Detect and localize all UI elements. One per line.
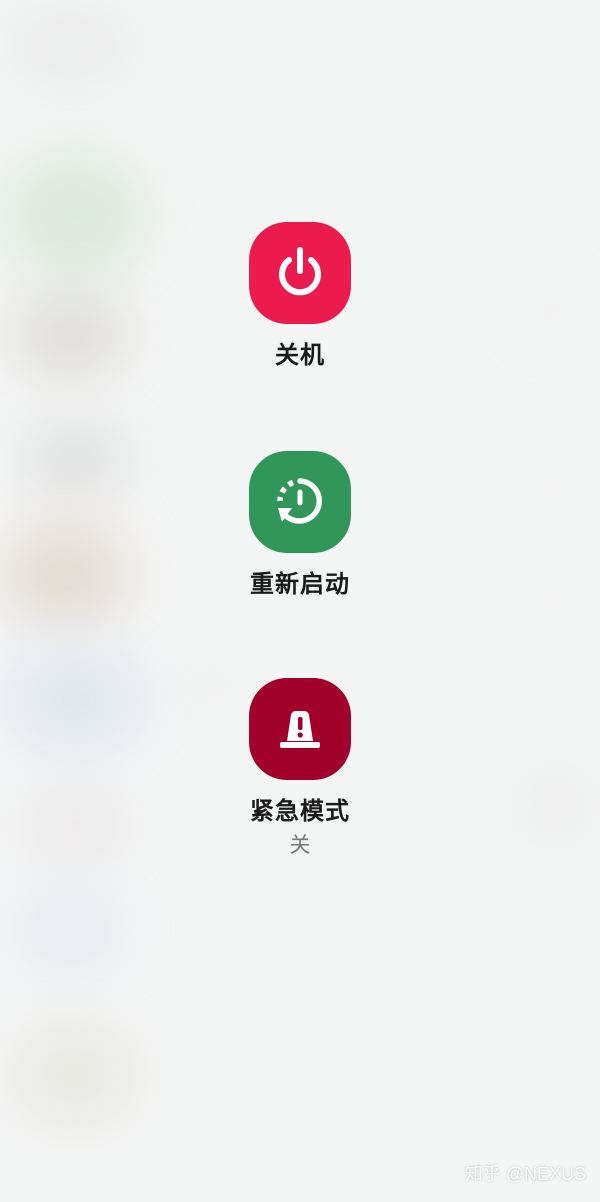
- emergency-mode-label: 紧急模式: [250, 797, 350, 825]
- restart-icon: [277, 478, 322, 524]
- emergency-mode-tile[interactable]: [249, 678, 351, 780]
- power-off-tile[interactable]: [249, 222, 351, 324]
- emergency-mode-button[interactable]: 紧急模式 关: [200, 678, 400, 858]
- emergency-icon: [280, 711, 320, 748]
- restart-label: 重新启动: [250, 570, 350, 598]
- restart-tile[interactable]: [249, 451, 351, 553]
- power-off-label: 关机: [275, 341, 325, 369]
- emergency-mode-status: 关: [289, 833, 311, 857]
- power-menu: 关机 重新启动 紧急模式 关: [0, 0, 600, 1202]
- power-off-button[interactable]: 关机: [200, 222, 400, 370]
- watermark: 知乎 @NEXUS: [464, 1164, 586, 1184]
- restart-button[interactable]: 重新启动: [200, 451, 400, 599]
- power-icon: [279, 247, 321, 296]
